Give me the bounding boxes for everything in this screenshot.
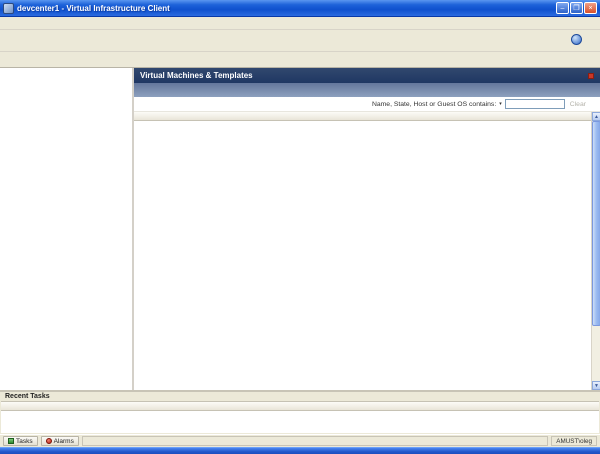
filter-label: Name, State, Host or Guest OS contains: — [372, 101, 496, 108]
window-title: devcenter1 - Virtual Infrastructure Clie… — [17, 4, 556, 13]
close-button[interactable]: × — [584, 2, 597, 14]
scroll-down-icon[interactable]: ▼ — [592, 381, 600, 390]
menu-bar — [0, 17, 600, 30]
inventory-tree — [0, 68, 134, 390]
panel-header: Virtual Machines & Templates — [134, 68, 600, 83]
vm-table: ▲ ▼ — [134, 112, 600, 390]
recent-tasks-header — [1, 401, 599, 411]
tasks-icon — [8, 438, 14, 444]
logged-in-user: AMUST\oleg — [551, 436, 597, 446]
tasks-toggle-button[interactable]: Tasks — [3, 436, 38, 446]
recent-tasks-body — [1, 411, 599, 433]
filter-clear-button[interactable]: Clear — [570, 101, 586, 108]
globe-icon — [571, 34, 582, 45]
vertical-scrollbar[interactable]: ▲ ▼ — [591, 112, 600, 390]
filter-bar: Name, State, Host or Guest OS contains: … — [134, 97, 600, 112]
vm-table-header — [134, 112, 591, 121]
main-toolbar — [0, 30, 600, 52]
status-bar: Tasks Alarms AMUST\oleg — [0, 434, 600, 447]
statusbar-spacer — [82, 436, 548, 446]
filter-input[interactable] — [505, 99, 565, 109]
application-window: devcenter1 - Virtual Infrastructure Clie… — [0, 0, 600, 454]
recent-tasks-panel: Recent Tasks — [0, 390, 600, 434]
nav-toolbar — [0, 52, 600, 68]
right-panel: Virtual Machines & Templates Name, State… — [134, 68, 600, 390]
tasks-toggle-label: Tasks — [16, 438, 33, 445]
filter-dropdown-icon[interactable]: ▾ — [499, 101, 502, 107]
tab-bar — [134, 83, 600, 97]
restore-button[interactable]: ❐ — [570, 2, 583, 14]
alarms-toggle-label: Alarms — [54, 438, 74, 445]
app-icon — [3, 3, 14, 14]
alarms-icon — [46, 438, 52, 444]
os-taskbar[interactable] — [0, 447, 600, 454]
minimize-button[interactable]: – — [556, 2, 569, 14]
panel-close-icon[interactable] — [588, 73, 594, 79]
recent-tasks-title: Recent Tasks — [0, 392, 600, 401]
scrollbar-thumb[interactable] — [592, 121, 600, 326]
title-bar[interactable]: devcenter1 - Virtual Infrastructure Clie… — [0, 0, 600, 17]
alarms-toggle-button[interactable]: Alarms — [41, 436, 79, 446]
panel-title: Virtual Machines & Templates — [140, 71, 253, 80]
scroll-up-icon[interactable]: ▲ — [592, 112, 600, 121]
vm-table-body — [134, 121, 591, 390]
